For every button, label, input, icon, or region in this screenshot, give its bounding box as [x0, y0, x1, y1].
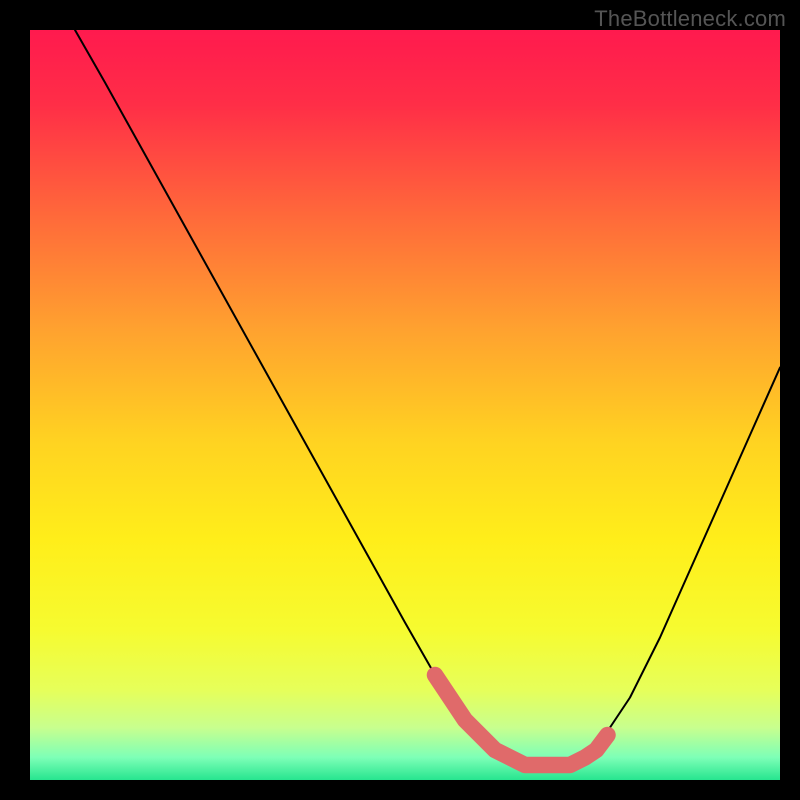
attribution-label: TheBottleneck.com — [594, 6, 786, 32]
highlight-segment — [435, 675, 608, 765]
chart-frame: TheBottleneck.com — [0, 0, 800, 800]
curve-layer — [30, 30, 780, 780]
bottleneck-curve — [75, 30, 780, 765]
plot-area — [30, 30, 780, 785]
